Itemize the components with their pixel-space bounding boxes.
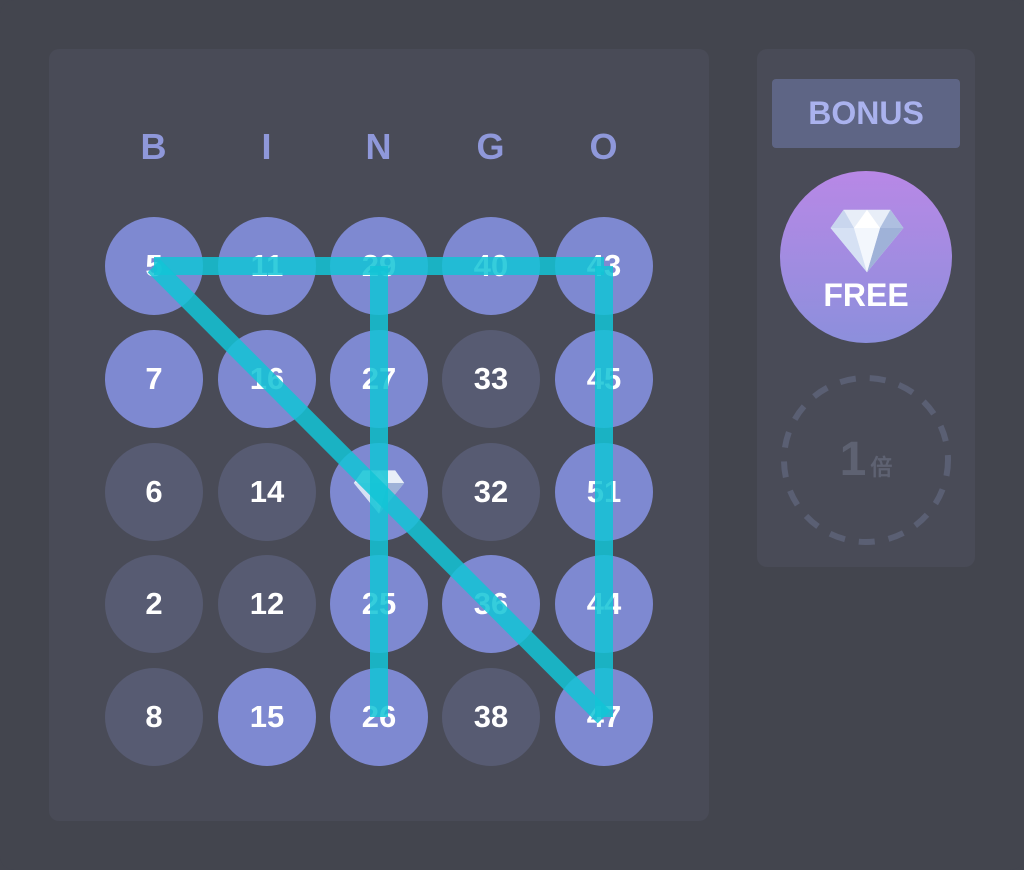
multiplier-unit: 倍: [870, 455, 893, 480]
bingo-cell-25[interactable]: 25: [330, 555, 428, 653]
bingo-cell-8[interactable]: 8: [105, 668, 203, 766]
bingo-cell-29[interactable]: 29: [330, 217, 428, 315]
bingo-cell-36[interactable]: 36: [442, 555, 540, 653]
column-header-b: B: [140, 126, 168, 167]
bingo-cell-11[interactable]: 11: [218, 217, 316, 315]
bingo-cell-7[interactable]: 7: [105, 330, 203, 428]
bingo-cell-12[interactable]: 12: [218, 555, 316, 653]
bingo-cell-40[interactable]: 40: [442, 217, 540, 315]
column-header-o: O: [589, 126, 619, 167]
free-token[interactable]: FREE: [780, 171, 952, 343]
bingo-cell-44[interactable]: 44: [555, 555, 653, 653]
bingo-cell-15[interactable]: 15: [218, 668, 316, 766]
diamond-icon: [353, 470, 405, 514]
column-header-n: N: [365, 126, 393, 167]
bingo-cell-45[interactable]: 45: [555, 330, 653, 428]
bingo-cell-5[interactable]: 5: [105, 217, 203, 315]
bingo-cell-16[interactable]: 16: [218, 330, 316, 428]
free-cell[interactable]: [330, 443, 428, 541]
free-label: FREE: [823, 277, 909, 313]
multiplier-badge: 1倍: [780, 374, 952, 546]
bingo-cell-27[interactable]: 27: [330, 330, 428, 428]
multiplier-text: 1倍: [780, 432, 952, 487]
bonus-button[interactable]: BONUS: [772, 79, 960, 148]
multiplier-value: 1: [839, 433, 867, 486]
diamond-icon: [830, 209, 904, 273]
bingo-cell-6[interactable]: 6: [105, 443, 203, 541]
bingo-cell-32[interactable]: 32: [442, 443, 540, 541]
bingo-cell-47[interactable]: 47: [555, 668, 653, 766]
bingo-cell-43[interactable]: 43: [555, 217, 653, 315]
column-header-i: I: [261, 126, 273, 167]
bingo-cell-26[interactable]: 26: [330, 668, 428, 766]
column-header-g: G: [476, 126, 506, 167]
bingo-cell-33[interactable]: 33: [442, 330, 540, 428]
bingo-cell-51[interactable]: 51: [555, 443, 653, 541]
bingo-cell-38[interactable]: 38: [442, 668, 540, 766]
bingo-cell-14[interactable]: 14: [218, 443, 316, 541]
bingo-cell-2[interactable]: 2: [105, 555, 203, 653]
